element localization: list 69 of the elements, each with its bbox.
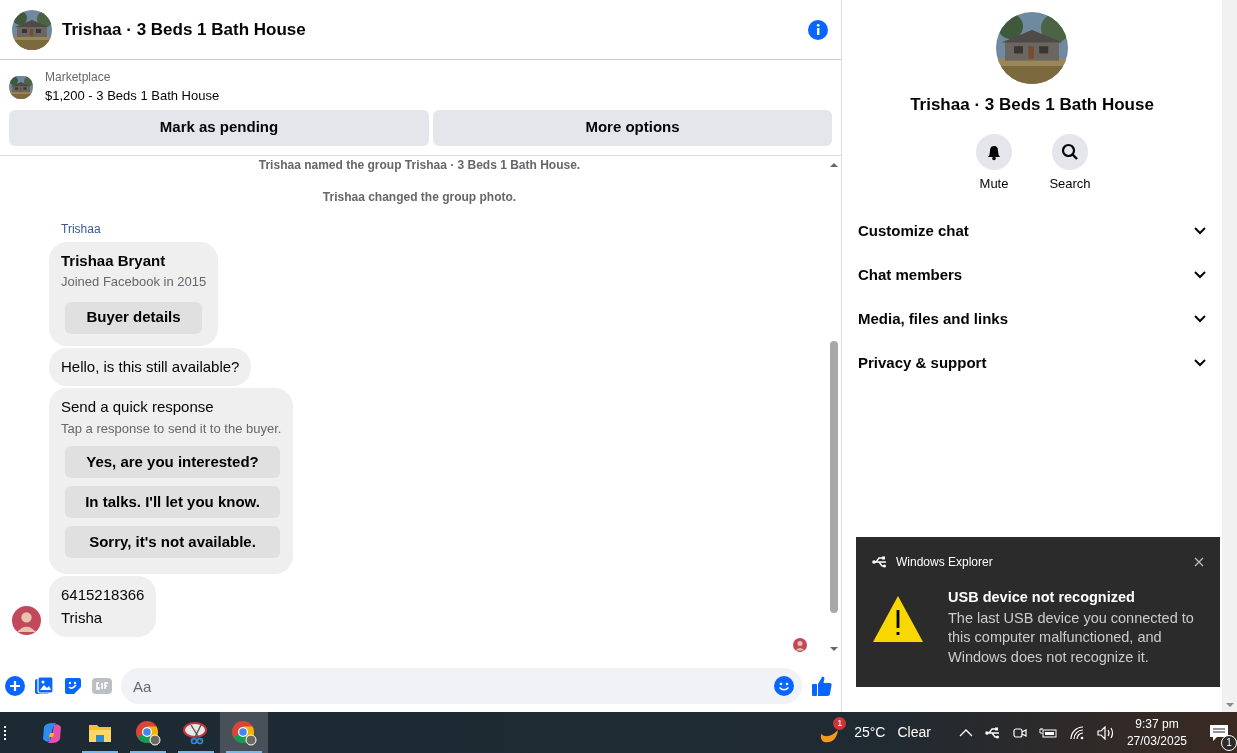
info-icon[interactable]	[807, 19, 829, 42]
join-info: Joined Facebook in 2015	[61, 273, 207, 291]
scroll-down-icon[interactable]	[829, 644, 839, 654]
quick-response-button[interactable]: In talks. I'll let you know.	[65, 486, 280, 518]
contact-name: Trishaa Bryant	[61, 250, 167, 271]
copilot-icon[interactable]	[40, 720, 64, 745]
usb-icon[interactable]	[984, 725, 1001, 740]
chevron-down-icon	[1194, 271, 1206, 279]
section-header[interactable]: Media, files and links	[842, 297, 1222, 341]
browser-icon[interactable]	[135, 719, 161, 746]
quick-response-button[interactable]: Sorry, it's not available.	[65, 526, 280, 558]
message-field[interactable]: Aa	[121, 668, 802, 704]
chevron-down-icon	[1194, 315, 1206, 323]
section-header[interactable]: Privacy & support	[842, 341, 1222, 385]
system-message: Trishaa changed the group photo.	[321, 188, 518, 206]
close-icon[interactable]	[1194, 557, 1204, 567]
chat-title: Trishaa · 3 Beds 1 Bath House	[910, 94, 1154, 116]
notification-text: The last USB device you connected to this computer malfunctioned, and Windows does not recognize it.	[948, 608, 1195, 667]
section-header[interactable]: Chat members	[842, 253, 1222, 297]
chevron-down-icon	[1194, 227, 1206, 235]
clock-time[interactable]: 9:37 pm	[1126, 716, 1187, 733]
listing-label: Marketplace	[45, 69, 112, 86]
scroll-down-icon[interactable]	[1224, 701, 1235, 709]
search-icon	[1061, 142, 1079, 161]
chevron-down-icon	[1194, 359, 1206, 367]
app-name: Windows Explorer	[896, 554, 993, 571]
message-text: 6415218366	[61, 585, 145, 605]
thumbs-up-icon[interactable]	[811, 675, 833, 697]
wifi-icon[interactable]	[1068, 725, 1085, 740]
action-button[interactable]: Mark as pending	[9, 109, 429, 146]
folder-icon[interactable]	[88, 722, 112, 743]
section-header[interactable]: Customize chat	[842, 209, 1222, 253]
sticker-icon[interactable]	[63, 676, 83, 696]
quick-response-button[interactable]: Yes, are you interested?	[65, 446, 280, 478]
notification-center-icon[interactable]	[1209, 724, 1229, 743]
browser-icon[interactable]	[231, 719, 257, 746]
usb-icon	[872, 555, 888, 569]
emoji-icon[interactable]	[774, 676, 794, 696]
plus-icon[interactable]	[5, 676, 25, 696]
notification-count: 1	[1221, 734, 1237, 751]
weather-condition: Clear	[897, 723, 931, 742]
notification-badge: 1	[833, 716, 847, 730]
chevron-up-icon[interactable]	[958, 727, 973, 738]
chat-title: Trishaa · 3 Beds 1 Bath House	[62, 18, 306, 41]
avatar[interactable]	[12, 606, 41, 635]
action-button[interactable]: More options	[433, 109, 832, 146]
buyer-details-button[interactable]: Buyer details	[65, 301, 202, 334]
read-receipt-avatar	[793, 637, 807, 652]
speaker-icon[interactable]	[1096, 725, 1115, 740]
notification-title: USB device not recognized	[948, 588, 1136, 607]
search-button[interactable]	[1052, 133, 1088, 170]
scissors-icon[interactable]	[183, 720, 209, 745]
quick-response-hint: Tap a response to send it to the buyer.	[61, 419, 282, 438]
temperature-text: 25°C	[854, 723, 886, 742]
message-text: Hello, is this still available?	[61, 356, 240, 377]
quick-response-title: Send a quick response	[61, 397, 215, 417]
scrollbar-thumb[interactable]	[830, 341, 838, 613]
sender-name: Trishaa	[61, 220, 102, 238]
clock-date[interactable]: 27/03/2025	[1126, 732, 1187, 749]
battery-icon[interactable]	[1038, 726, 1057, 739]
listing-title[interactable]: $1,200 - 3 Beds 1 Bath House	[45, 86, 220, 106]
image-icon[interactable]	[34, 676, 54, 696]
warning-icon	[872, 595, 924, 643]
message-text: Trisha	[61, 607, 104, 628]
system-message: Trishaa named the group Trishaa · 3 Beds 1 Bath House.	[257, 156, 582, 174]
search-label: Search	[1049, 174, 1091, 193]
taskbar-button[interactable]	[220, 712, 268, 753]
bell-label: Mute	[979, 174, 1009, 193]
bell-button[interactable]	[976, 133, 1012, 170]
